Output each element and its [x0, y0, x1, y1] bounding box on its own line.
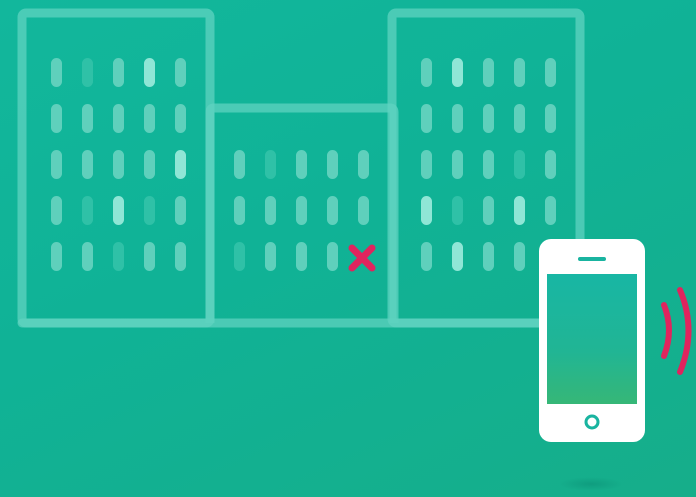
- window-light: [144, 242, 155, 271]
- window-light: [113, 150, 124, 179]
- window-light: [234, 196, 245, 225]
- window-light: [452, 104, 463, 133]
- phone-shadow: [559, 477, 623, 491]
- illustration-canvas: [0, 0, 696, 497]
- window-light: [483, 196, 494, 225]
- window-light: [234, 242, 245, 271]
- window-light: [175, 58, 186, 87]
- window-light: [483, 150, 494, 179]
- window-light: [51, 58, 62, 87]
- window-light: [51, 196, 62, 225]
- wireless-signal-icon: [661, 287, 692, 375]
- window-light: [514, 58, 525, 87]
- window-light: [421, 58, 432, 87]
- window-light: [358, 150, 369, 179]
- window-light: [545, 150, 556, 179]
- middle-building: [205, 103, 399, 323]
- window-light: [358, 196, 369, 225]
- window-light: [175, 104, 186, 133]
- window-light: [234, 150, 245, 179]
- window-light: [421, 242, 432, 271]
- window-light: [82, 196, 93, 225]
- window-light: [296, 242, 307, 271]
- window-light: [113, 58, 124, 87]
- window-light: [82, 242, 93, 271]
- window-light: [452, 58, 463, 87]
- window-light: [545, 104, 556, 133]
- window-light: [327, 196, 338, 225]
- window-light: [452, 196, 463, 225]
- window-light: [175, 242, 186, 271]
- window-light: [514, 196, 525, 225]
- window-light: [483, 242, 494, 271]
- window-light: [82, 58, 93, 87]
- window-light: [545, 196, 556, 225]
- window-light: [514, 104, 525, 133]
- window-light: [265, 150, 276, 179]
- window-light: [175, 196, 186, 225]
- window-light: [144, 196, 155, 225]
- phone-speaker: [578, 257, 606, 261]
- middle-building-windows: [234, 150, 369, 271]
- window-light: [514, 150, 525, 179]
- window-light: [545, 58, 556, 87]
- window-light: [175, 150, 186, 179]
- window-light: [82, 104, 93, 133]
- window-light: [82, 150, 93, 179]
- window-light: [421, 150, 432, 179]
- phone-screen: [547, 274, 637, 404]
- smartphone-icon: [539, 239, 645, 442]
- window-light: [296, 150, 307, 179]
- x-mark-icon: [348, 244, 376, 272]
- window-light: [265, 242, 276, 271]
- window-light: [113, 104, 124, 133]
- window-light: [514, 242, 525, 271]
- office-signal-illustration: [17, 8, 692, 491]
- left-building: [17, 8, 215, 328]
- window-light: [421, 104, 432, 133]
- window-light: [296, 196, 307, 225]
- window-light: [113, 196, 124, 225]
- window-light: [483, 104, 494, 133]
- window-light: [327, 242, 338, 271]
- window-light: [144, 104, 155, 133]
- window-light: [265, 196, 276, 225]
- window-light: [144, 58, 155, 87]
- window-light: [51, 242, 62, 271]
- window-light: [327, 150, 338, 179]
- right-building-windows: [421, 58, 556, 271]
- window-light: [51, 104, 62, 133]
- window-light: [452, 242, 463, 271]
- window-light: [483, 58, 494, 87]
- window-light: [452, 150, 463, 179]
- window-light: [51, 150, 62, 179]
- left-building-windows: [51, 58, 186, 271]
- window-light: [113, 242, 124, 271]
- window-light: [421, 196, 432, 225]
- window-light: [144, 150, 155, 179]
